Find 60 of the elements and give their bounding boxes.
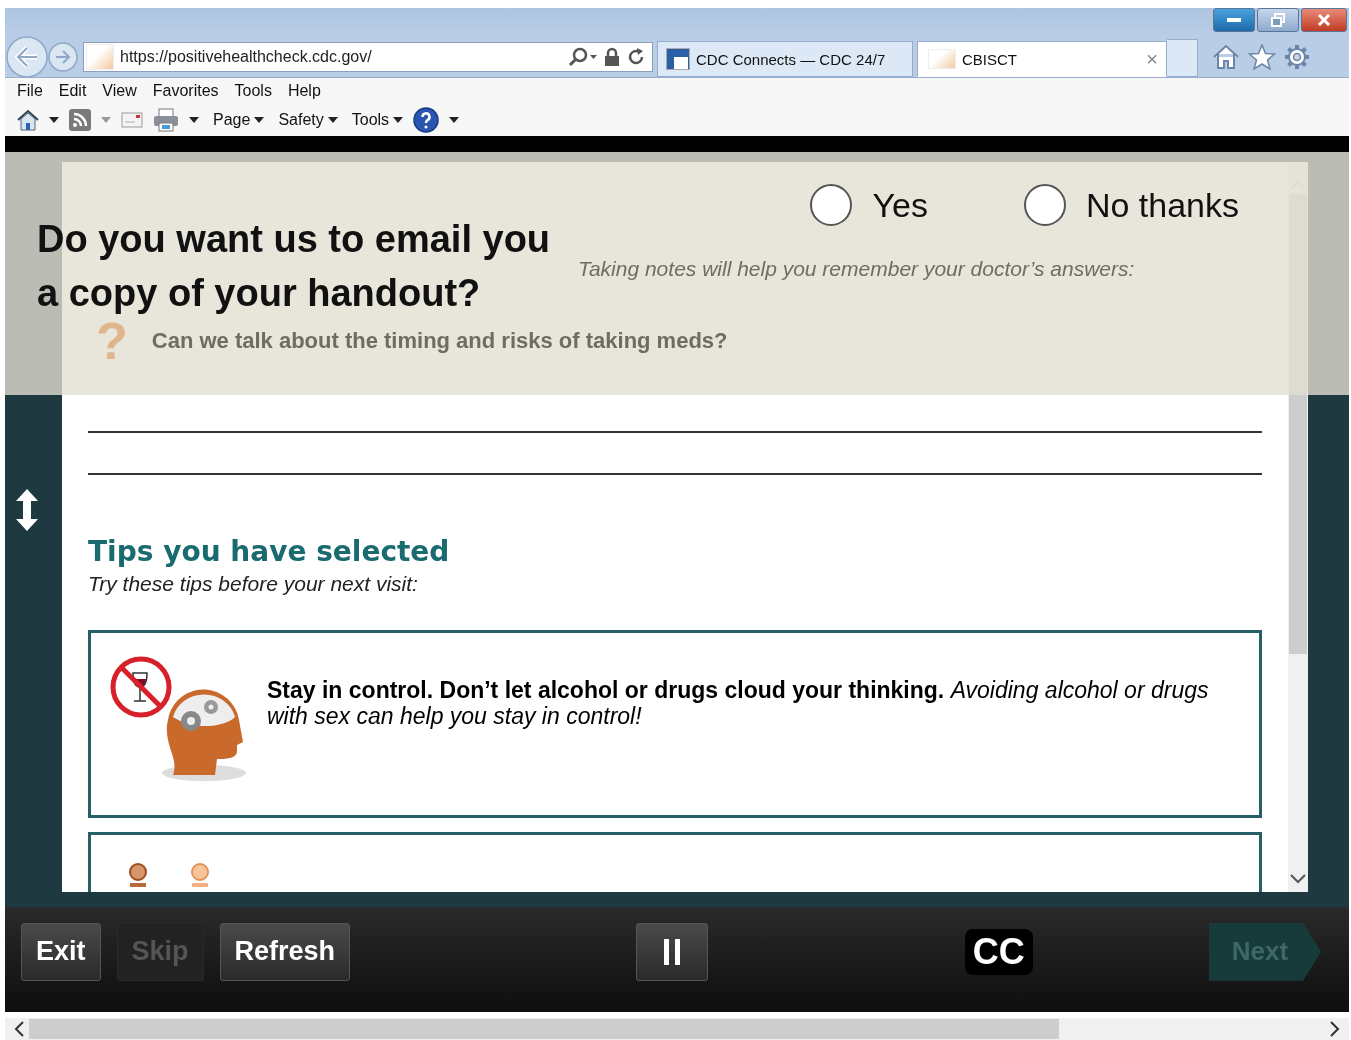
command-menu[interactable]: Tools: [351, 110, 390, 129]
browser-tab[interactable]: CDC Connects — CDC 24/7: [657, 41, 913, 78]
section-subtitle: Try these tips before your next visit:: [88, 572, 419, 597]
pause-button[interactable]: [636, 922, 709, 981]
captions-button[interactable]: CC: [964, 928, 1033, 975]
menu-item[interactable]: Help: [279, 81, 329, 100]
minimize-icon: [1227, 18, 1241, 22]
command-menu[interactable]: Safety: [278, 110, 324, 129]
dropdown-icon: [254, 116, 265, 123]
pause-icon: [662, 938, 683, 965]
radio-button[interactable]: [810, 184, 853, 227]
search-icon[interactable]: [568, 47, 598, 68]
scroll-down-icon[interactable]: [1290, 874, 1306, 885]
radio-button[interactable]: [1023, 184, 1066, 227]
question-mark-icon: ?: [96, 315, 128, 368]
tip-text: Stay in control. Don’t let alcohol or drugs cloud your thinking. Avoiding alcohol or drugs with sex can help you stay in control!: [267, 677, 1210, 730]
question-text: Can we talk about the timing and risks of taking meds?: [151, 328, 728, 355]
dropdown-icon[interactable]: [49, 116, 59, 123]
dropdown-icon[interactable]: [189, 116, 199, 123]
address-bar[interactable]: https://positivehealthcheck.cdc.gov/: [83, 42, 653, 73]
scroll-right-icon[interactable]: [1329, 1021, 1341, 1038]
horizontal-scrollbar[interactable]: [5, 1018, 1349, 1040]
menu-item[interactable]: Edit: [50, 81, 95, 100]
scroll-left-icon[interactable]: [13, 1021, 25, 1038]
tab-close-button[interactable]: ×: [1146, 47, 1158, 71]
dropdown-icon: [327, 116, 338, 123]
radio-option[interactable]: No thanks: [1023, 184, 1239, 227]
person-icon: [189, 863, 211, 888]
lock-icon: [604, 47, 620, 68]
star-icon[interactable]: [1248, 44, 1276, 71]
player-button[interactable]: Refresh: [219, 922, 351, 981]
document-icon: [666, 48, 690, 71]
tab-title: CDC Connects — CDC 24/7: [696, 50, 886, 68]
printer-icon[interactable]: [153, 107, 179, 132]
menu-item[interactable]: File: [9, 81, 51, 100]
radio-option[interactable]: Yes: [810, 184, 928, 227]
section-heading: Tips you have selected: [88, 535, 451, 569]
restore-icon: [1271, 13, 1285, 27]
dropdown-icon[interactable]: [449, 116, 460, 123]
mail-icon[interactable]: [121, 111, 143, 128]
command-menu[interactable]: Page: [213, 110, 251, 129]
email-question: Do you want us to email you a copy of your handout?: [37, 217, 552, 317]
tab-title: CBISCT: [962, 50, 1017, 68]
url-text: https://positivehealthcheck.cdc.gov/: [120, 48, 372, 67]
menu-item[interactable]: Tools: [226, 81, 280, 100]
close-button[interactable]: [1301, 8, 1347, 32]
settings-icon[interactable]: [1284, 44, 1310, 71]
help-icon[interactable]: [413, 106, 440, 133]
person-icon: [127, 863, 149, 888]
instruction-text: Taking notes will help you remember your doctor’s answers:: [578, 257, 1136, 282]
close-icon: [1317, 14, 1331, 26]
player-button[interactable]: Exit: [21, 922, 101, 981]
restore-button[interactable]: [1257, 8, 1299, 32]
menu-item[interactable]: View: [94, 81, 145, 100]
browser-tab[interactable]: CBISCT ×: [917, 41, 1167, 78]
minimize-button[interactable]: [1213, 8, 1255, 32]
home-icon[interactable]: [17, 108, 39, 131]
menu-item[interactable]: Favorites: [144, 81, 227, 100]
rss-feed-icon[interactable]: [69, 108, 91, 131]
dropdown-icon: [393, 116, 404, 123]
